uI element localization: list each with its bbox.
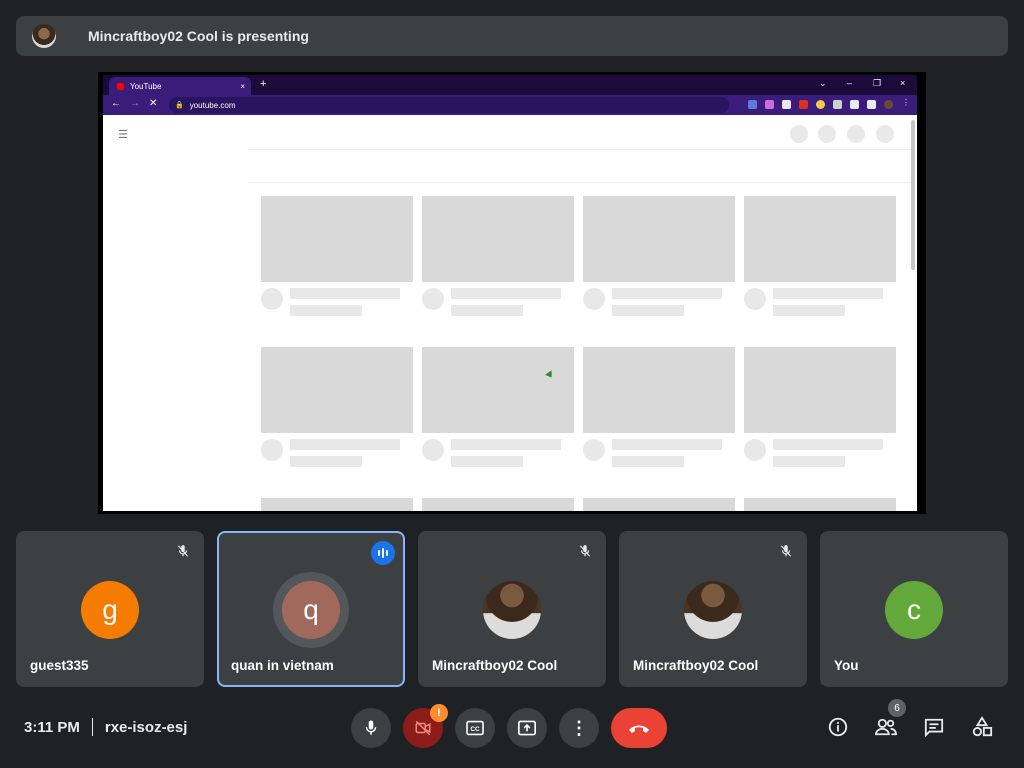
camera-button[interactable]: ! (403, 704, 448, 748)
info-icon (828, 717, 848, 737)
extension-icon (816, 100, 825, 109)
activities-icon (972, 716, 993, 737)
placeholder-circle (790, 125, 808, 143)
more-options-button[interactable]: ⋮ (559, 708, 599, 748)
mic-off-icon (576, 542, 594, 560)
chat-icon (924, 718, 944, 737)
tab-title: YouTube (130, 81, 162, 91)
call-end-icon (629, 725, 649, 733)
participant-name: You (834, 658, 859, 673)
browser-tabstrip: YouTube × + ⌄ – ❐ × (103, 75, 917, 95)
presenting-text: Mincraftboy02 Cool is presenting (88, 28, 309, 44)
video-placeholder (261, 347, 413, 473)
present-screen-icon (518, 720, 536, 736)
activities-button[interactable] (967, 712, 997, 742)
divider (248, 182, 913, 183)
sidebar-icon (867, 100, 876, 109)
svg-text:CC: CC (470, 726, 480, 733)
participant-name: guest335 (30, 658, 89, 673)
meeting-time: 3:11 PM (24, 718, 80, 736)
video-placeholder (422, 196, 574, 322)
extension-icon (833, 100, 842, 109)
shared-screen: YouTube × + ⌄ – ❐ × ← → ✕ 🔒 youtube.com (98, 72, 926, 514)
extension-icon (799, 100, 808, 109)
youtube-page: ☰ (103, 115, 917, 511)
scrollbar (911, 120, 915, 270)
extension-icon (765, 100, 774, 109)
avatar (684, 581, 742, 639)
browser-window: YouTube × + ⌄ – ❐ × ← → ✕ 🔒 youtube.com (103, 75, 917, 511)
meeting-code[interactable]: rxe-isoz-esj (105, 719, 188, 736)
participant-tile-mincraftboy02-cool-2[interactable]: Mincraftboy02 Cool (619, 531, 807, 687)
participant-count-badge: 6 (888, 699, 906, 717)
participant-tile-mincraftboy02-cool[interactable]: Mincraftboy02 Cool (418, 531, 606, 687)
participant-name: Mincraftboy02 Cool (633, 658, 759, 673)
avatar: g (81, 581, 139, 639)
video-placeholder (583, 196, 735, 322)
chat-button[interactable] (919, 712, 949, 742)
video-placeholder (744, 196, 896, 322)
leave-call-button[interactable] (611, 708, 667, 748)
video-placeholder (744, 347, 896, 473)
url-text: youtube.com (189, 100, 236, 110)
microphone-button[interactable] (351, 708, 391, 748)
video-placeholder (583, 498, 735, 511)
captions-button[interactable]: CC (455, 708, 495, 748)
browser-menu-icon: ⋮ (902, 98, 910, 107)
more-vert-icon: ⋮ (570, 717, 588, 738)
presenter-avatar (32, 24, 56, 48)
video-placeholder (261, 498, 413, 511)
mic-off-icon (174, 542, 192, 560)
tab-search-icon: ⌄ (819, 78, 827, 88)
closed-caption-icon: CC (466, 720, 484, 736)
present-now-button[interactable] (507, 708, 547, 748)
meeting-details-button[interactable] (823, 712, 853, 742)
extension-icon (748, 100, 757, 109)
minimize-icon: – (847, 78, 853, 88)
profile-avatar-icon (884, 100, 893, 109)
speaking-indicator-icon (371, 541, 395, 565)
divider (91, 718, 93, 736)
placeholder-circle (876, 125, 894, 143)
browser-tab-youtube: YouTube × (109, 77, 251, 95)
avatar: c (885, 581, 943, 639)
video-placeholder (422, 498, 574, 511)
puzzle-icon (850, 100, 859, 109)
videocam-off-icon (415, 720, 431, 736)
youtube-logo-icon (117, 82, 124, 90)
extension-icon (782, 100, 791, 109)
camera-warning-badge: ! (430, 704, 448, 722)
presenting-banner: Mincraftboy02 Cool is presenting (16, 16, 1008, 56)
video-placeholder (422, 347, 574, 473)
participant-name: quan in vietnam (231, 658, 334, 673)
close-window-icon: × (900, 78, 906, 88)
lock-icon: 🔒 (175, 102, 184, 109)
mic-off-icon (777, 542, 795, 560)
mic-icon (365, 720, 377, 735)
placeholder-circle (847, 125, 865, 143)
restore-icon: ❐ (873, 78, 882, 88)
video-placeholder (744, 498, 896, 511)
browser-toolbar: ← → ✕ 🔒 youtube.com ⋮ (103, 95, 917, 115)
stop-loading-icon: ✕ (149, 98, 158, 109)
video-placeholder (261, 196, 413, 322)
tab-close-icon: × (240, 81, 245, 91)
placeholder-circle (818, 125, 836, 143)
divider (248, 149, 913, 150)
participant-tile-you[interactable]: c You (820, 531, 1008, 687)
new-tab-icon: + (260, 78, 267, 90)
participant-name: Mincraftboy02 Cool (432, 658, 558, 673)
avatar (483, 581, 541, 639)
avatar: q (282, 581, 340, 639)
participant-tile-quan[interactable]: q quan in vietnam (217, 531, 405, 687)
forward-icon: → (130, 98, 140, 109)
address-bar: 🔒 youtube.com (169, 97, 729, 113)
participant-tile-guest335[interactable]: g guest335 (16, 531, 204, 687)
meeting-details: 3:11 PM rxe-isoz-esj (24, 718, 187, 736)
people-icon (875, 718, 897, 736)
menu-icon: ☰ (118, 129, 128, 141)
back-icon: ← (111, 98, 121, 109)
video-placeholder (583, 347, 735, 473)
